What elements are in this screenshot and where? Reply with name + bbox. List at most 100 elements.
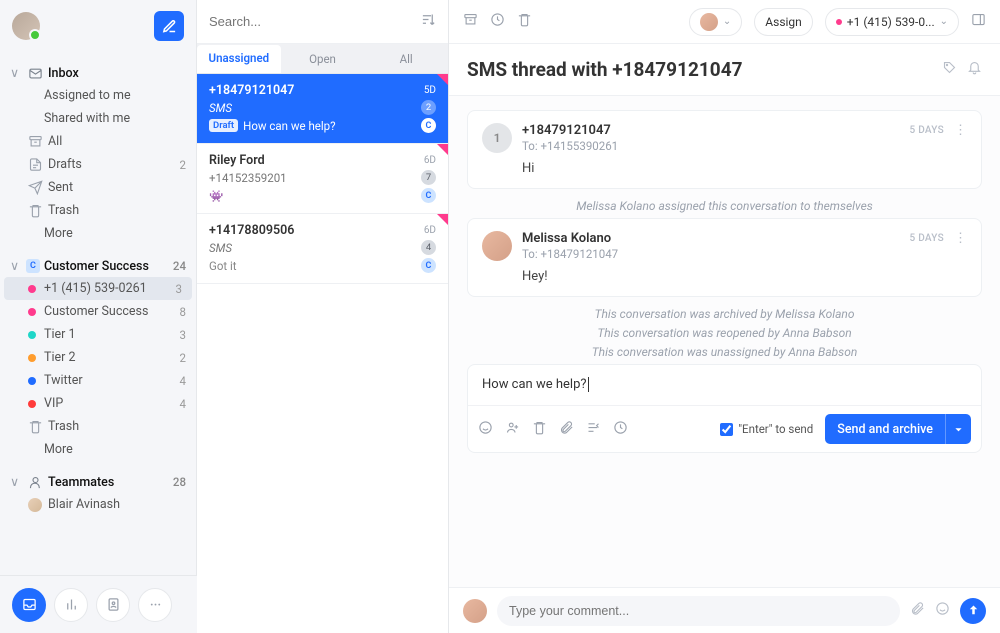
flag-indicator bbox=[437, 144, 448, 155]
bell-button[interactable] bbox=[967, 60, 982, 79]
trash-icon bbox=[26, 203, 44, 218]
message-menu[interactable]: ⋮ bbox=[954, 231, 967, 246]
sidebar-item-drafts[interactable]: Drafts2 bbox=[0, 153, 196, 176]
sidebar-item-cs-trash[interactable]: Trash bbox=[0, 415, 196, 438]
archive-button[interactable] bbox=[463, 12, 478, 31]
channel-dot bbox=[836, 19, 842, 25]
side-panel-button[interactable] bbox=[971, 12, 986, 31]
cs-badge: C bbox=[26, 259, 40, 273]
message: 1 +184791210475 DAYS⋮ To: +14155390261 H… bbox=[467, 110, 982, 189]
tag-button[interactable] bbox=[942, 60, 957, 79]
pencil-icon bbox=[162, 19, 177, 34]
tab-all[interactable]: All bbox=[364, 46, 448, 72]
tab-unassigned[interactable]: Unassigned bbox=[197, 45, 281, 73]
comment-attach-icon[interactable] bbox=[910, 601, 925, 620]
sidebar-item-shared[interactable]: Shared with me bbox=[0, 107, 196, 130]
sidebar-item-tier2[interactable]: Tier 22 bbox=[0, 346, 196, 369]
sidebar-item-vip[interactable]: VIP4 bbox=[0, 392, 196, 415]
conversation-item[interactable]: +184791210475D SMS2 DraftHow can we help… bbox=[197, 74, 448, 144]
sidebar-item-phone[interactable]: +1 (415) 539-02613 bbox=[4, 277, 192, 300]
conversation-list: Unassigned Open All +184791210475D SMS2 … bbox=[197, 0, 449, 633]
inbox-label: Inbox bbox=[48, 66, 79, 81]
bottom-more-button[interactable] bbox=[138, 588, 172, 622]
user-avatar[interactable] bbox=[12, 12, 40, 40]
enter-checkbox[interactable] bbox=[720, 423, 733, 436]
sidebar-item-teammate[interactable]: Blair Avinash bbox=[0, 493, 196, 516]
draft-badge: Draft bbox=[209, 119, 238, 132]
compose-button[interactable] bbox=[154, 11, 184, 41]
inbox-icon bbox=[26, 66, 44, 81]
emoji-button[interactable] bbox=[478, 420, 493, 439]
message-menu[interactable]: ⋮ bbox=[954, 123, 967, 138]
conversation-item[interactable]: +141788095066D SMS4 Got itC bbox=[197, 214, 448, 284]
tab-open[interactable]: Open bbox=[281, 46, 365, 72]
trash-icon bbox=[26, 419, 44, 434]
comment-input[interactable] bbox=[497, 596, 900, 626]
bottom-contacts-button[interactable] bbox=[96, 588, 130, 622]
sidebar-item-all[interactable]: All bbox=[0, 130, 196, 153]
comment-bar bbox=[449, 587, 1000, 633]
send-button[interactable]: Send and archive bbox=[825, 414, 971, 444]
main-toolbar: ⌄ Assign +1 (415) 539-0...⌄ bbox=[449, 0, 1000, 44]
sidebar-bottom bbox=[0, 575, 197, 633]
composer-delete-button[interactable] bbox=[532, 420, 547, 439]
enter-to-send[interactable]: "Enter" to send bbox=[720, 422, 813, 436]
thread-title: SMS thread with +18479121047 bbox=[467, 58, 743, 81]
more-icon bbox=[148, 597, 163, 612]
flag-indicator bbox=[437, 74, 448, 85]
sort-icon[interactable] bbox=[421, 12, 436, 31]
team-icon bbox=[26, 475, 44, 490]
sidebar-item-more[interactable]: More bbox=[0, 222, 196, 245]
comment-avatar bbox=[463, 599, 487, 623]
sidebar-item-trash[interactable]: Trash bbox=[0, 199, 196, 222]
attach-button[interactable] bbox=[559, 420, 574, 439]
sidebar-section-cs[interactable]: ∨ C Customer Success 24 bbox=[0, 255, 196, 277]
archive-icon bbox=[26, 134, 44, 149]
channel-picker[interactable]: +1 (415) 539-0...⌄ bbox=[825, 8, 959, 36]
analytics-icon bbox=[64, 597, 79, 612]
conversation-item[interactable]: Riley Ford6D +141523592017 👾C bbox=[197, 144, 448, 214]
composer: How can we help? "Enter" to send Send an… bbox=[467, 364, 982, 453]
send-dropdown[interactable] bbox=[945, 414, 971, 444]
bottom-analytics-button[interactable] bbox=[54, 588, 88, 622]
system-note: Melissa Kolano assigned this conversatio… bbox=[467, 199, 982, 213]
comment-emoji-icon[interactable] bbox=[935, 601, 950, 620]
sidebar-item-assigned[interactable]: Assigned to me bbox=[0, 84, 196, 107]
message: Melissa Kolano5 DAYS⋮ To: +18479121047 H… bbox=[467, 218, 982, 297]
channel-badge: C bbox=[421, 258, 436, 273]
sidebar-section-team[interactable]: ∨ Teammates 28 bbox=[0, 471, 196, 493]
search-input[interactable] bbox=[209, 14, 421, 29]
composer-textarea[interactable]: How can we help? bbox=[468, 365, 981, 405]
sidebar-item-twitter[interactable]: Twitter4 bbox=[0, 369, 196, 392]
template-button[interactable] bbox=[586, 420, 601, 439]
assign-button[interactable]: Assign bbox=[754, 8, 813, 36]
system-note: This conversation was archived by Meliss… bbox=[467, 307, 982, 321]
bottom-inbox-button[interactable] bbox=[12, 588, 46, 622]
main-panel: ⌄ Assign +1 (415) 539-0...⌄ SMS thread w… bbox=[449, 0, 1000, 633]
system-note: This conversation was reopened by Anna B… bbox=[467, 326, 982, 340]
sidebar-item-sent[interactable]: Sent bbox=[0, 176, 196, 199]
contacts-icon bbox=[106, 597, 121, 612]
drafts-icon bbox=[26, 157, 44, 172]
conversation-tabs: Unassigned Open All bbox=[197, 44, 448, 74]
mention-button[interactable] bbox=[505, 420, 520, 439]
system-note: This conversation was unassigned by Anna… bbox=[467, 345, 982, 359]
sidebar: ∨ Inbox Assigned to me Shared with me Al… bbox=[0, 0, 197, 633]
comment-send-button[interactable] bbox=[960, 598, 986, 624]
schedule-button[interactable] bbox=[613, 420, 628, 439]
search-bar bbox=[197, 0, 448, 44]
sidebar-item-cs[interactable]: Customer Success8 bbox=[0, 300, 196, 323]
assignee-picker[interactable]: ⌄ bbox=[689, 8, 742, 36]
flag-indicator bbox=[437, 214, 448, 225]
assignee-avatar bbox=[700, 13, 718, 31]
sidebar-item-tier1[interactable]: Tier 13 bbox=[0, 323, 196, 346]
message-avatar: 1 bbox=[482, 123, 512, 153]
delete-button[interactable] bbox=[517, 12, 532, 31]
message-avatar bbox=[482, 231, 512, 261]
channel-badge: C bbox=[421, 188, 436, 203]
tray-icon bbox=[22, 597, 37, 612]
sidebar-section-inbox[interactable]: ∨ Inbox bbox=[0, 62, 196, 84]
sidebar-item-cs-more[interactable]: More bbox=[0, 438, 196, 461]
snooze-button[interactable] bbox=[490, 12, 505, 31]
sidebar-top bbox=[0, 0, 196, 52]
